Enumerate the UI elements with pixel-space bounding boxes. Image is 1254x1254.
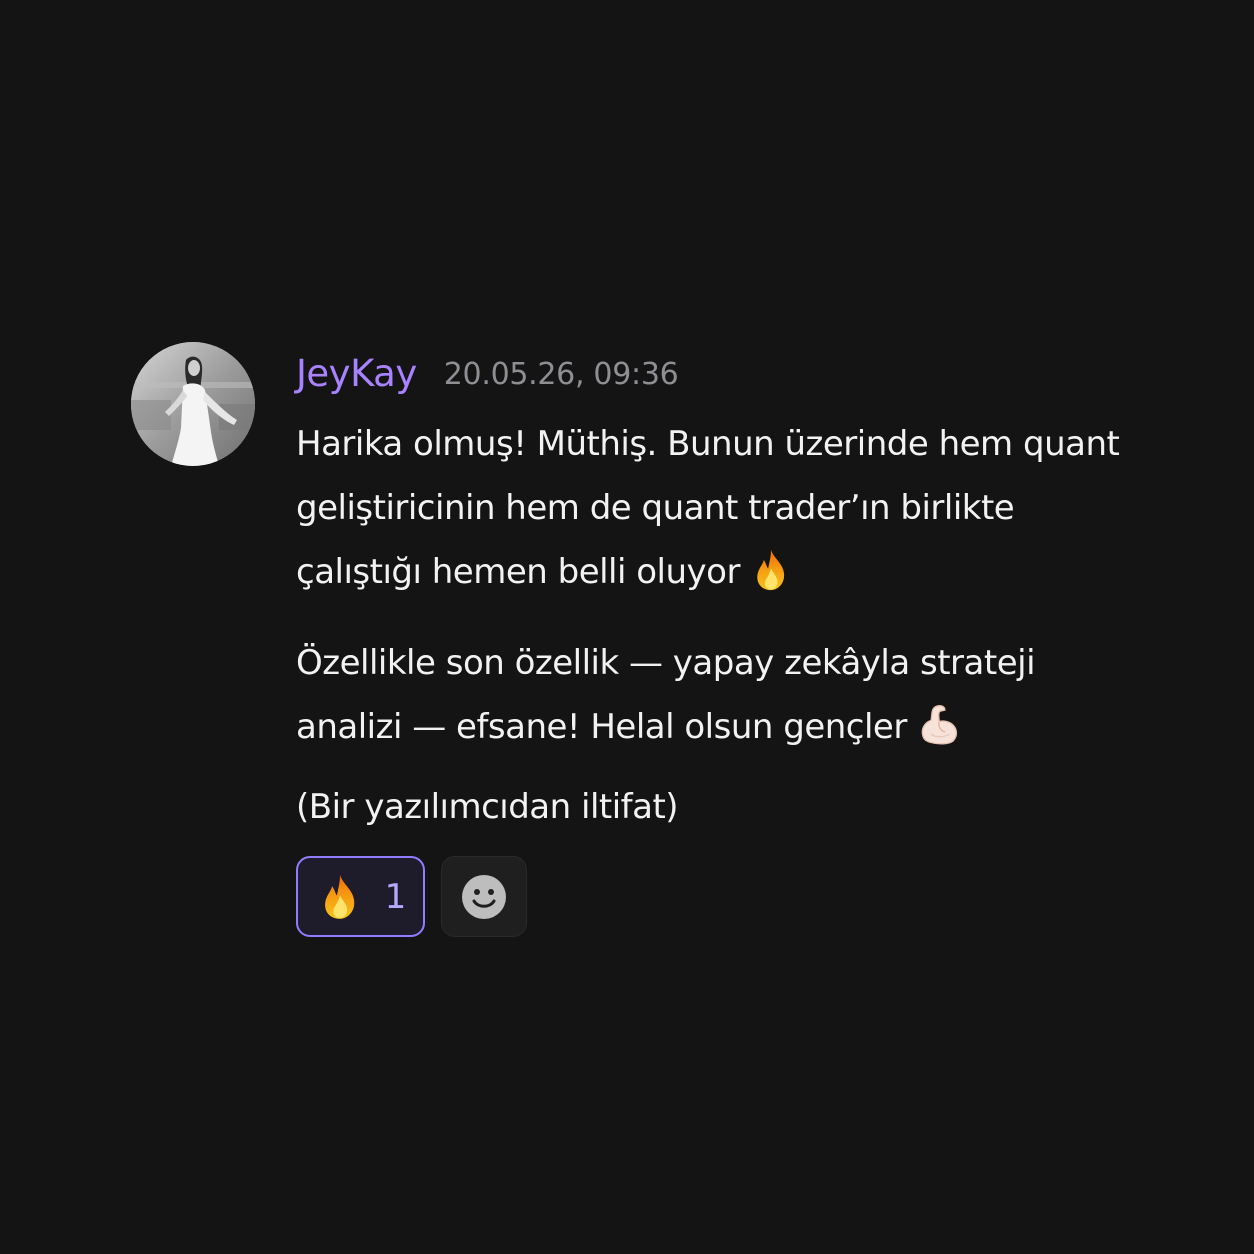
avatar-photo xyxy=(131,342,255,466)
paragraph-text: Harika olmuş! Müthiş. Bunun üzerinde hem… xyxy=(296,424,1120,592)
message-content: JeyKay 20.05.26, 09:36 Harika olmuş! Müt… xyxy=(296,342,1126,937)
fire-icon xyxy=(315,872,365,922)
add-reaction-button[interactable] xyxy=(441,856,527,937)
message-paragraph: Özellikle son özellik — yapay zekâyla st… xyxy=(296,631,1126,759)
paragraph-text: (Bir yazılımcıdan iltifat) xyxy=(296,787,679,827)
message-paragraph: Harika olmuş! Müthiş. Bunun üzerinde hem… xyxy=(296,412,1126,604)
message-paragraph: (Bir yazılımcıdan iltifat) xyxy=(296,775,1126,839)
message-timestamp: 20.05.26, 09:36 xyxy=(443,356,679,392)
avatar[interactable] xyxy=(131,342,255,466)
smiley-icon xyxy=(462,874,506,919)
fire-reaction-button[interactable]: 1 xyxy=(296,856,425,937)
reaction-bar: 1 xyxy=(296,856,1126,937)
chat-view: JeyKay 20.05.26, 09:36 Harika olmuş! Müt… xyxy=(0,0,1254,1254)
fire-icon xyxy=(748,547,794,593)
reaction-count: 1 xyxy=(384,876,407,917)
flexed-biceps-icon xyxy=(921,704,957,745)
message-header: JeyKay 20.05.26, 09:36 xyxy=(296,342,1126,404)
author-name[interactable]: JeyKay xyxy=(296,352,417,395)
